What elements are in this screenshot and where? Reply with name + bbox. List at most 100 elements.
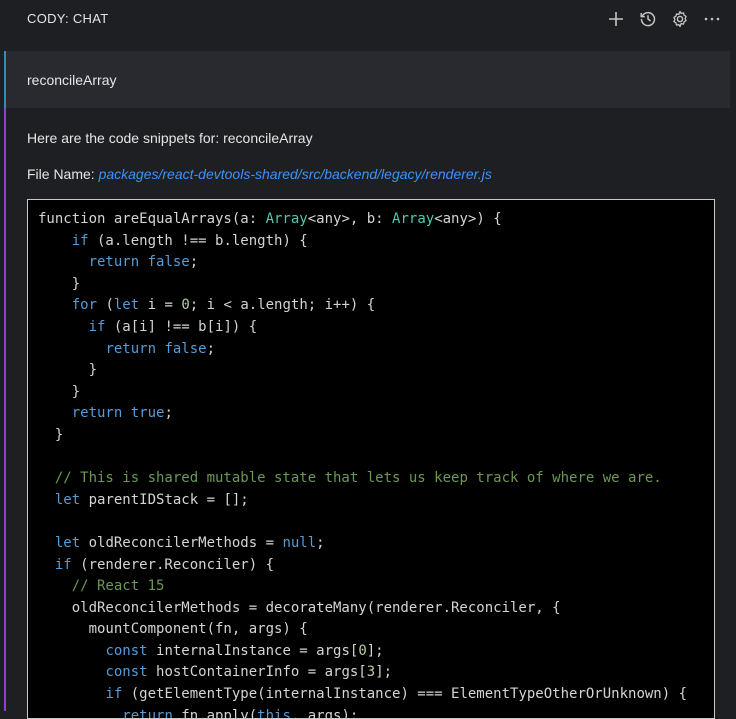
code-token: // This is shared mutable state that let… <box>54 470 662 487</box>
code-token: // React 15 <box>71 578 165 595</box>
code-line: return true; <box>38 403 714 425</box>
code-line: } <box>38 274 714 296</box>
code-token: if <box>71 232 89 249</box>
code-token: for <box>71 297 98 314</box>
code-token: ]; <box>366 642 384 659</box>
code-line: let oldReconcilerMethods = null; <box>38 533 714 555</box>
code-token: <any>, b: <box>307 211 393 227</box>
code-token: false <box>147 254 190 271</box>
code-token: fn.apply( <box>172 707 258 719</box>
code-token: <any>) { <box>434 211 502 227</box>
gear-icon <box>673 10 687 28</box>
code-line: return false; <box>38 252 714 274</box>
more-actions-button[interactable] <box>700 7 724 31</box>
code-line: return false; <box>38 339 714 361</box>
chat-history-button[interactable] <box>636 7 660 31</box>
code-line: } <box>38 382 714 404</box>
code-line: if (getElementType(internalInstance) ===… <box>38 684 714 706</box>
code-token: hostContainerInfo = args[ <box>147 664 367 681</box>
code-token: (a[i] !== b[i]) { <box>105 318 258 335</box>
code-token: (getElementType(internalInstance) === El… <box>122 686 688 703</box>
file-path-link[interactable]: packages/react-devtools-shared/src/backe… <box>99 166 492 182</box>
code-token: , args); <box>290 707 359 719</box>
new-chat-button[interactable] <box>604 7 628 31</box>
code-line: const internalInstance = args[0]; <box>38 641 714 663</box>
header-toolbar <box>604 7 724 31</box>
code-line: // This is shared mutable state that let… <box>38 468 714 490</box>
panel-header: CODY: CHAT <box>0 0 736 38</box>
code-token: 3 <box>366 664 376 681</box>
assistant-intro: Here are the code snippets for: reconcil… <box>27 130 313 146</box>
code-token: ]; <box>375 664 393 681</box>
code-line: } <box>38 360 714 382</box>
code-token: } <box>38 383 81 400</box>
human-message[interactable]: reconcileArray <box>4 51 730 108</box>
code-token: ; <box>206 340 216 357</box>
code-token: return <box>122 707 173 719</box>
panel-title: CODY: CHAT <box>27 11 109 26</box>
code-token: Array <box>392 211 435 227</box>
file-name-line: File Name: packages/react-devtools-share… <box>27 166 492 182</box>
code-token: ; <box>164 405 173 422</box>
code-token: 0 <box>181 297 190 314</box>
human-message-text: reconcileArray <box>27 72 117 88</box>
code-token: return <box>71 405 123 422</box>
code-line: if (a[i] !== b[i]) { <box>38 317 714 339</box>
code-token: internalInstance = args[ <box>147 642 359 659</box>
plus-icon <box>609 12 623 26</box>
code-token: if <box>54 556 72 573</box>
code-token: false <box>164 340 207 357</box>
code-token: (a.length !== b.length) { <box>88 232 308 249</box>
code-token: null <box>282 534 317 551</box>
assistant-message: Here are the code snippets for: reconcil… <box>4 108 736 719</box>
settings-button[interactable] <box>668 7 692 31</box>
code-token: let <box>54 491 81 508</box>
code-line: const hostContainerInfo = args[3]; <box>38 662 714 684</box>
code-token: oldReconcilerMethods = decorateMany(rend… <box>38 599 561 616</box>
history-icon <box>640 11 656 27</box>
code-token: (renderer.Reconciler) { <box>71 556 275 573</box>
code-token: parentIDStack = []; <box>80 491 249 508</box>
code-token: const <box>105 642 148 659</box>
code-line: oldReconcilerMethods = decorateMany(rend… <box>38 598 714 620</box>
code-token: return <box>88 254 140 271</box>
code-token: i = <box>139 297 182 314</box>
more-icon <box>704 17 720 21</box>
code-token: let <box>54 534 81 551</box>
code-token: ; <box>316 534 325 551</box>
code-line: for (let i = 0; i < a.length; i++) { <box>38 295 714 317</box>
code-line: mountComponent(fn, args) { <box>38 619 714 641</box>
code-token: if <box>105 686 123 703</box>
code-token: true <box>130 405 165 422</box>
code-token: } <box>38 362 98 379</box>
file-name-label: File Name: <box>27 166 99 182</box>
code-token: } <box>38 426 64 443</box>
code-block[interactable]: function areEqualArrays(a: Array<any>, b… <box>27 199 715 719</box>
code-token: function areEqualArrays(a: <box>38 211 266 227</box>
code-token: } <box>38 275 81 292</box>
code-token: ; i < a.length; i++) { <box>189 297 376 314</box>
code-line: let parentIDStack = []; <box>38 490 714 512</box>
code-token: this <box>257 707 291 719</box>
code-line: // React 15 <box>38 576 714 598</box>
code-token: return <box>105 340 157 357</box>
code-token: ( <box>97 297 114 314</box>
